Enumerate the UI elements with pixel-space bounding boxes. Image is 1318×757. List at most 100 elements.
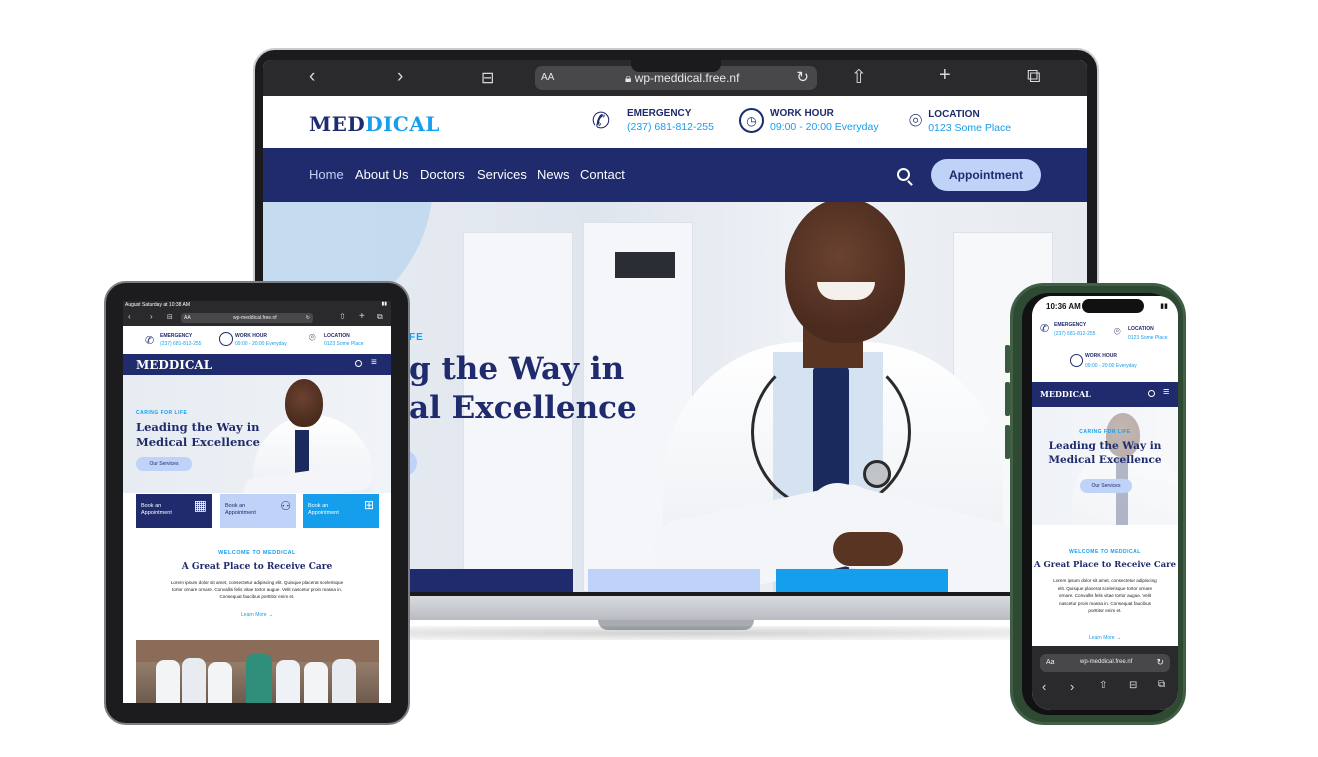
welcome-body-line: nascetur proin massa in. Consequat fauci… [1059,600,1151,606]
reload-icon[interactable]: ↻ [796,68,809,86]
forward-icon[interactable]: › [150,312,153,321]
reader-aa-button[interactable]: Aa [1046,659,1055,666]
share-icon[interactable]: ⇧ [851,66,867,89]
bookmarks-icon[interactable]: ⊟ [167,313,173,321]
phone-welcome-section: WELCOME TO MEDDICAL A Great Place to Rec… [1032,525,1178,646]
search-icon[interactable] [1148,390,1155,397]
search-icon[interactable] [897,168,910,181]
address-bar[interactable]: AA wp-meddical.free.nf ↻ [181,313,313,323]
address-bar[interactable]: Aa wp-meddical.free.nf ↻ [1040,654,1170,672]
url-value: wp-meddical.free.nf [1080,659,1133,665]
nav-home[interactable]: Home [309,167,344,182]
book-appointment-card[interactable] [409,569,573,592]
tabs-overview-icon[interactable]: ⧉ [1027,66,1041,88]
emergency-value: (237) 681-812-255 [627,121,714,133]
our-services-button[interactable]: Our Services [136,457,192,471]
nav-services[interactable]: Services [477,167,527,182]
emergency-label: EMERGENCY [1054,322,1087,328]
welcome-body-line: porttitor enim et. [1088,608,1122,613]
our-services-button[interactable]: Our Services [1080,479,1132,493]
site-header: MEDDICAL ✆ EMERGENCY (237) 681-812-255 ◷… [263,96,1087,148]
calendar-icon: ▦ [193,497,207,513]
forward-icon[interactable]: › [1070,679,1074,694]
nav-news[interactable]: News [537,167,570,182]
tabs-overview-icon[interactable]: ⧉ [377,312,383,322]
welcome-title: A Great Place to Receive Care [181,562,333,572]
share-icon[interactable]: ⇧ [1099,680,1107,691]
menu-icon[interactable]: ≡ [1163,386,1169,398]
new-tab-icon[interactable]: + [939,64,951,87]
learn-more-link[interactable]: Learn More → [123,612,391,618]
hero-kicker: CARING FOR LIFE [1079,429,1131,435]
reader-aa-button[interactable]: AA [541,72,554,83]
bookmarks-icon[interactable]: ⊟ [1129,680,1137,691]
phone-hero: CARING FOR LIFE Leading the Way in Medic… [1032,407,1178,525]
tablet-hero: CARING FOR LIFE Leading the Way in Medic… [123,375,391,493]
hero-title-line-2: Medical Excellence [1048,454,1162,467]
nav-contact[interactable]: Contact [580,167,625,182]
phone-status-bar: 10:36 AM ▮▮ [1032,296,1178,318]
search-icon[interactable] [355,360,362,367]
menu-icon[interactable]: ≡ [371,357,377,368]
clock-icon [1070,354,1083,367]
arrow-right-icon: → [267,612,273,618]
phone-icon: ✆ [145,335,155,347]
location-value: 0123 Some Place [1128,335,1168,341]
book-appointment-card[interactable] [588,569,760,592]
clock-icon [219,332,233,346]
doctor-head [785,202,905,343]
arrow-right-icon: → [1115,635,1121,641]
url-value: wp-meddical.free.nf [233,315,277,321]
welcome-kicker: WELCOME TO MEDDICAL [218,550,296,556]
book-appointment-card[interactable]: Book an Appointment ▦ [136,494,212,528]
phone-side-button [1005,425,1010,459]
camera-notch [631,60,721,72]
logo-part-2: DICAL [365,112,440,136]
team-icon: ⚇ [280,499,291,513]
payment-icon: ⊞ [363,498,374,512]
learn-more-link[interactable]: Learn More → [1032,635,1178,641]
back-icon[interactable]: ‹ [128,312,131,321]
tablet-safari-toolbar: ‹ › ⊟ AA wp-meddical.free.nf ↻ ⇧ + ⧉ [123,310,391,326]
site-logo[interactable]: MEDDICAL [136,358,212,372]
welcome-body-line: elit. Quisque placerat scelerisque torto… [1057,585,1153,591]
reader-aa-button[interactable]: AA [184,313,191,323]
tablet-status-time: August Saturday at 10:38 AM [125,302,191,308]
hero-title-line-1: Leading the Way in [1048,440,1162,452]
nav-about-us[interactable]: About Us [355,167,408,182]
learn-more-label: Learn More [241,612,267,618]
emergency-label: EMERGENCY [160,333,193,339]
appointment-button[interactable]: Appointment [931,159,1041,191]
bookmarks-icon[interactable]: ⊟ [481,68,494,88]
site-logo[interactable]: MEDDICAL [309,112,440,136]
phone-icon: ✆ [1040,323,1050,335]
reload-icon[interactable]: ↻ [306,313,310,323]
hero-kicker: CARING FOR LIFE [136,410,188,416]
forward-icon[interactable]: › [397,66,403,88]
reload-icon[interactable]: ↻ [1156,657,1164,668]
workhour-value: 09:00 - 20:00 Everyday [770,121,879,133]
tabs-overview-icon[interactable]: ⧉ [1158,679,1165,690]
doctor-head [285,379,323,427]
share-icon[interactable]: ⇧ [339,312,346,321]
book-appointment-card[interactable]: Book an Appointment ⚇ [220,494,296,528]
welcome-kicker: WELCOME TO MEDDICAL [1069,549,1141,555]
book-appointment-card[interactable]: Book an Appointment ⊞ [303,494,379,528]
location-pin-icon: ⌾ [1114,326,1121,338]
welcome-body-line: ornare. Convallis felis vitae tortor aug… [1058,593,1152,598]
location-label: LOCATION [928,108,980,120]
team-member [276,660,300,703]
book-appointment-card[interactable] [776,569,948,592]
back-icon[interactable]: ‹ [1042,679,1046,694]
hero-title-line-2: Medical Excellence [136,434,260,449]
phone-side-button [1005,345,1010,373]
phone-status-time: 10:36 AM [1046,302,1081,311]
emergency-info: ✆ EMERGENCY (237) 681-812-255 [591,107,714,134]
site-logo[interactable]: MEDDICAL [1040,389,1091,399]
team-member [156,660,180,703]
new-tab-icon[interactable]: + [359,311,365,322]
back-icon[interactable]: ‹ [309,66,315,88]
emergency-value: (237) 681-812-255 [1054,331,1096,337]
clock-icon: ◷ [739,108,764,133]
nav-doctors[interactable]: Doctors [420,167,465,182]
